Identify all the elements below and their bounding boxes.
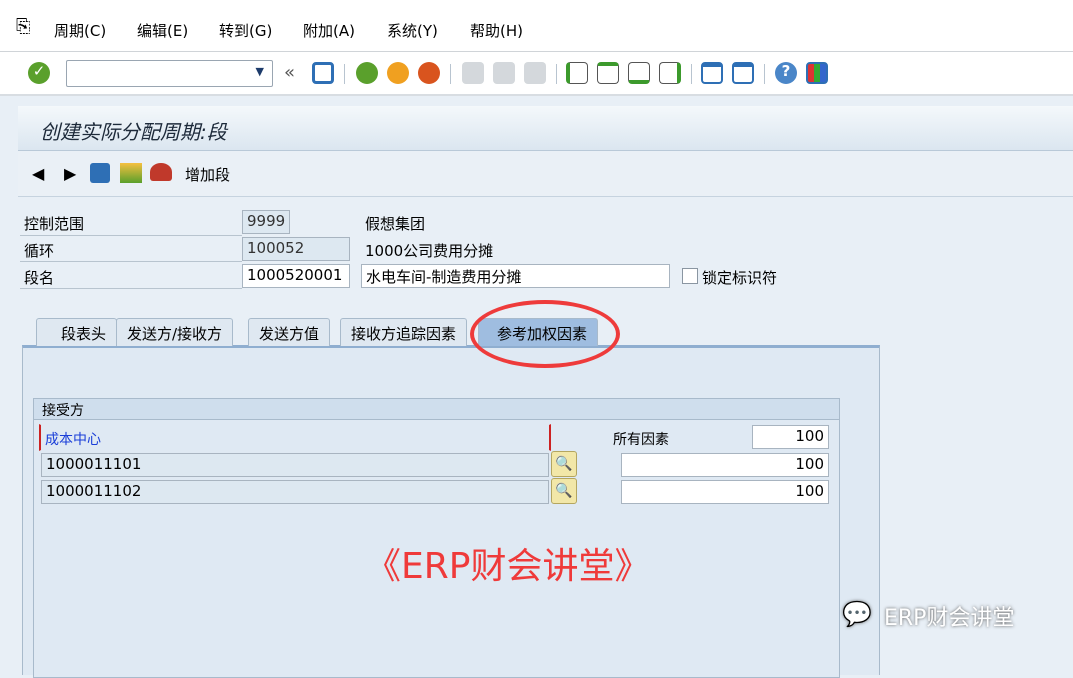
watermark-brand: ERP财会讲堂 xyxy=(884,606,1015,631)
tab-sender-values[interactable]: 发送方值 xyxy=(248,318,331,346)
watermark-text: 《ERP财会讲堂》 xyxy=(365,546,651,587)
layout-icon[interactable] xyxy=(806,62,828,84)
collapse-icon[interactable]: « xyxy=(284,62,295,83)
search-help-icon[interactable]: 🔍 xyxy=(551,478,577,504)
factor-field[interactable]: 100 xyxy=(621,480,829,504)
tab-segment-header[interactable]: 段表头 xyxy=(36,318,118,346)
lock-checkbox[interactable] xyxy=(682,268,698,284)
menu-cycle[interactable]: 周期(C) xyxy=(54,20,106,41)
cycle-field: 100052 xyxy=(242,237,350,261)
previous-icon[interactable]: ◀ xyxy=(32,164,44,183)
find-next-icon[interactable] xyxy=(524,62,546,84)
cost-center-field[interactable]: 1000011102 xyxy=(41,480,549,504)
next-page-icon[interactable] xyxy=(628,62,650,84)
add-segment-button[interactable]: 增加段 xyxy=(185,164,230,185)
controlling-area-field: 9999 xyxy=(242,210,290,234)
standard-toolbar: ✓ ▼ « ? xyxy=(0,52,1073,96)
save-icon[interactable] xyxy=(312,62,334,84)
new-session-icon[interactable] xyxy=(701,62,723,84)
cycle-desc: 1000公司费用分摊 xyxy=(365,242,494,260)
print-icon[interactable] xyxy=(462,62,484,84)
segment-label: 段名 xyxy=(24,269,55,287)
tab-receiver-tracing-factor[interactable]: 接收方追踪因素 xyxy=(340,318,468,346)
application-toolbar: ◀ ▶ 增加段 xyxy=(18,151,1073,197)
lock-label: 锁定标识符 xyxy=(702,269,778,287)
help-icon[interactable]: ? xyxy=(775,62,797,84)
cancel-icon[interactable] xyxy=(418,62,440,84)
hat-icon[interactable] xyxy=(150,163,172,181)
find-icon[interactable] xyxy=(493,62,515,84)
all-factors-label: 所有因素 xyxy=(613,432,669,448)
menu-goto[interactable]: 转到(G) xyxy=(219,20,272,41)
receiver-group-title: 接受方 xyxy=(34,399,839,420)
highlight-ellipse xyxy=(470,300,620,368)
column-header-box xyxy=(39,424,551,451)
search-help-icon[interactable]: 🔍 xyxy=(551,451,577,477)
menu-bar: ⎘ 周期(C) 编辑(E) 转到(G) 附加(A) 系统(Y) 帮助(H) xyxy=(0,0,1073,52)
all-factors-field[interactable]: 100 xyxy=(752,425,829,449)
find-icon[interactable] xyxy=(90,163,110,183)
page-title: 创建实际分配周期:段 xyxy=(40,120,227,144)
menu-system[interactable]: 系统(Y) xyxy=(387,20,438,41)
menu-extras[interactable]: 附加(A) xyxy=(303,20,355,41)
menu-help[interactable]: 帮助(H) xyxy=(470,20,523,41)
factor-field[interactable]: 100 xyxy=(621,453,829,477)
next-icon[interactable]: ▶ xyxy=(64,164,76,183)
menu-edit[interactable]: 编辑(E) xyxy=(137,20,188,41)
prev-page-icon[interactable] xyxy=(597,62,619,84)
enter-icon[interactable]: ✓ xyxy=(28,62,50,84)
segment-desc-field[interactable]: 水电车间-制造费用分摊 xyxy=(361,264,670,288)
cost-center-column-header[interactable]: 成本中心 xyxy=(45,429,101,449)
chevron-down-icon[interactable]: ▼ xyxy=(256,65,264,78)
controlling-area-label: 控制范围 xyxy=(24,215,85,233)
first-page-icon[interactable] xyxy=(566,62,588,84)
back-icon[interactable] xyxy=(356,62,378,84)
overview-icon[interactable] xyxy=(120,163,142,183)
last-page-icon[interactable] xyxy=(659,62,681,84)
shortcut-icon[interactable] xyxy=(732,62,754,84)
title-bar: 创建实际分配周期:段 xyxy=(18,106,1073,151)
controlling-area-desc: 假想集团 xyxy=(365,215,426,233)
cost-center-field[interactable]: 1000011101 xyxy=(41,453,549,477)
tab-sender-receiver[interactable]: 发送方/接收方 xyxy=(116,318,234,346)
cycle-label: 循环 xyxy=(24,242,55,260)
exit-icon[interactable] xyxy=(387,62,409,84)
segment-name-field[interactable]: 1000520001 xyxy=(242,264,350,288)
menu-icon[interactable]: ⎘ xyxy=(16,16,30,37)
command-field[interactable]: ▼ xyxy=(66,60,273,87)
wechat-icon: 💬 xyxy=(842,600,872,628)
